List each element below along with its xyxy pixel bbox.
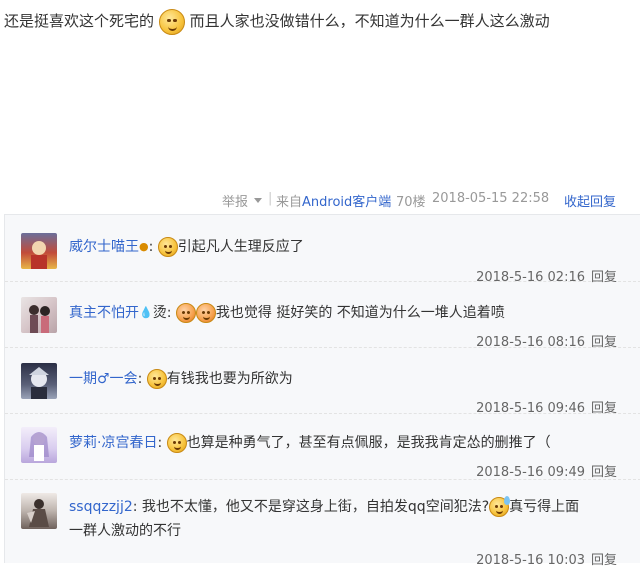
source-link[interactable]: Android客户端 (302, 191, 391, 210)
reply-badge: 烫 (152, 305, 167, 321)
reply-date: 2018-5-16 10:03 (476, 553, 585, 568)
meta-separator: | (268, 191, 273, 206)
reply-colon: : (157, 435, 163, 451)
reply-date: 2018-5-16 09:49 (476, 465, 585, 480)
reply-item: 真主不怕开💧烫: 我也觉得 挺好笑的 不知道为什么一堆人追着喷 2018-5-1… (5, 281, 640, 350)
reply-text: 我也不太懂，他又不是穿这身上街，自拍发qq空间犯法? (141, 499, 490, 515)
reply-username[interactable]: 真主不怕开 (69, 305, 139, 321)
water-badge-icon: 💧 (139, 306, 153, 319)
reply-text: 引起凡人生理反应了 (177, 239, 304, 255)
smile-emoji-icon (158, 8, 185, 35)
reply-meta: 2018-5-16 10:03 回复 (476, 549, 617, 568)
avatar[interactable] (21, 493, 57, 529)
post-text-part1: 还是挺喜欢这个死宅的 (4, 12, 155, 30)
reply-colon: : (166, 305, 172, 321)
avatar[interactable] (21, 297, 57, 333)
avatar[interactable] (21, 427, 57, 463)
reply-item: 萝莉·凉宫春日: 也算是种勇气了，甚至有点佩服，是我我肯定怂的删推了（ 2018… (5, 413, 640, 480)
source-prefix: 来自 (276, 195, 303, 210)
caret-down-icon[interactable] (254, 198, 262, 203)
post-text-part2: 而且人家也没做错什么，不知道为什么一群人这么激动 (189, 12, 550, 30)
reply-username[interactable]: 威尔士喵王 (69, 239, 139, 255)
reply-meta: 2018-5-16 09:49 回复 (476, 461, 617, 480)
reply-content: 真主不怕开💧烫: 我也觉得 挺好笑的 不知道为什么一堆人追着喷 (69, 301, 505, 325)
reply-item: 一期♂一会: 有钱我也要为所欲为 2018-5-16 09:46 回复 (5, 347, 640, 416)
smile-emoji-icon (166, 433, 187, 453)
sweat-emoji-icon (489, 496, 511, 517)
reply-list: 威尔士喵王●: 引起凡人生理反应了 2018-5-16 02:16 回复 真主不怕… (4, 214, 640, 568)
reply-colon: : (137, 371, 143, 387)
reply-content: 一期♂一会: 有钱我也要为所欲为 (69, 367, 293, 391)
reply-colon: : (148, 239, 154, 255)
reply-button[interactable]: 回复 (591, 465, 617, 480)
smile-emoji-icon (157, 237, 178, 257)
reply-colon: : (132, 499, 138, 515)
post-meta-bar: 举报 | 来自 Android客户端 70楼 2018-05-15 22:58 … (0, 189, 640, 211)
avatar[interactable] (21, 233, 57, 269)
reply-content: 威尔士喵王●: 引起凡人生理反应了 (69, 235, 304, 259)
smile-emoji-icon (146, 369, 167, 389)
reply-item: 威尔士喵王●: 引起凡人生理反应了 2018-5-16 02:16 回复 (5, 215, 640, 285)
reply-text: 我也觉得 挺好笑的 不知道为什么一堆人追着喷 (215, 305, 505, 321)
post-datetime: 2018-05-15 22:58 (432, 191, 550, 206)
reply-text-after-emoji: 真亏得上面 (509, 499, 580, 515)
collapse-replies-link[interactable]: 收起回复 (564, 191, 616, 210)
reply-content-line2: 一群人激动的不行 (69, 523, 181, 539)
reply-content: 萝莉·凉宫春日: 也算是种勇气了，甚至有点佩服，是我我肯定怂的删推了（ (69, 431, 551, 455)
reply-content: ssqqzzjj2: 我也不太懂，他又不是穿这身上街，自拍发qq空间犯法? 真亏得… (69, 495, 579, 519)
reply-item: ssqqzzjj2: 我也不太懂，他又不是穿这身上街，自拍发qq空间犯法? 真亏得… (5, 479, 640, 568)
avatar[interactable] (21, 363, 57, 399)
reply-username[interactable]: 萝莉·凉宫春日 (69, 435, 157, 451)
reply-text: 也算是种勇气了，甚至有点佩服，是我我肯定怂的删推了（ (186, 435, 551, 451)
fire-badge-icon: ● (139, 240, 149, 253)
reply-username[interactable]: 一期♂一会 (69, 371, 138, 387)
angry-emoji-icon (195, 303, 216, 323)
reply-username[interactable]: ssqqzzjj2 (69, 499, 133, 515)
report-link[interactable]: 举报 (222, 191, 248, 210)
angry-emoji-icon (175, 303, 196, 323)
reply-text: 有钱我也要为所欲为 (166, 371, 293, 387)
reply-button[interactable]: 回复 (591, 553, 617, 568)
post-body: 还是挺喜欢这个死宅的 而且人家也没做错什么，不知道为什么一群人这么激动 (4, 8, 550, 35)
floor-number: 70楼 (396, 195, 426, 210)
